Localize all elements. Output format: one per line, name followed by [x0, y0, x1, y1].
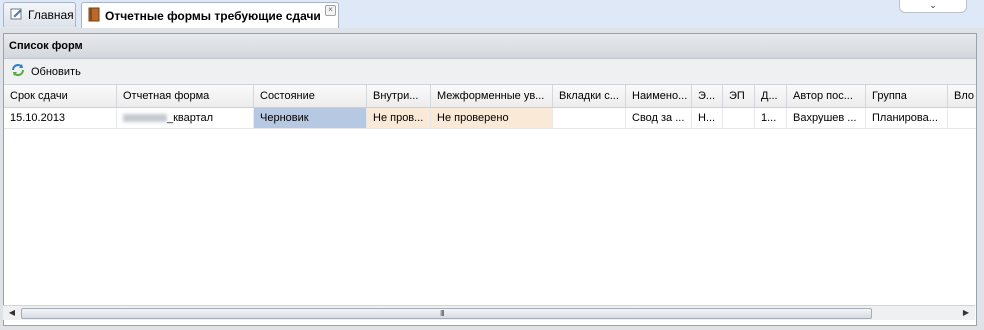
refresh-icon: [10, 63, 26, 80]
cell-ep: [723, 108, 755, 128]
col-tabs[interactable]: Вкладки с...: [553, 85, 626, 107]
horizontal-scrollbar[interactable]: ◀ III ▶: [3, 305, 975, 320]
chevron-down-button[interactable]: ⌄: [899, 0, 967, 13]
col-name[interactable]: Наимено...: [626, 85, 692, 107]
cell-name: Свод за ...: [626, 108, 692, 128]
cell-group: Планирова...: [866, 108, 948, 128]
cell-tabs: [553, 108, 626, 128]
col-e[interactable]: Э...: [692, 85, 723, 107]
toolbar: Обновить: [4, 59, 976, 85]
tab-home[interactable]: Главная: [3, 2, 76, 27]
book-icon: [88, 7, 100, 25]
close-icon[interactable]: ×: [325, 5, 336, 16]
panel-title: Список форм: [4, 34, 976, 59]
col-group[interactable]: Группа: [866, 85, 948, 107]
col-author[interactable]: Автор пос...: [787, 85, 866, 107]
col-state[interactable]: Состояние: [254, 85, 367, 107]
redacted-text: [123, 114, 167, 123]
tab-report-forms[interactable]: Отчетные формы требующие сдачи ×: [81, 2, 339, 28]
scroll-thumb[interactable]: III: [21, 308, 872, 319]
tab-home-label: Главная: [28, 8, 74, 22]
cell-d: 1...: [755, 108, 787, 128]
cell-interform: Не проверено: [431, 108, 553, 128]
cell-report-form: _квартал: [117, 108, 254, 128]
grid-header: Срок сдачи Отчетная форма Состояние Внут…: [4, 85, 976, 108]
col-interform[interactable]: Межформенные ув...: [431, 85, 553, 107]
col-deadline[interactable]: Срок сдачи: [4, 85, 117, 107]
col-ep[interactable]: ЭП: [723, 85, 755, 107]
cell-attachments: [948, 108, 976, 128]
forms-panel: Список форм Обновить Срок сдачи Отчетная…: [3, 33, 977, 326]
col-d[interactable]: Д...: [755, 85, 787, 107]
scroll-left-icon[interactable]: ◀: [5, 306, 19, 320]
edit-icon: [10, 7, 23, 23]
cell-internal: Не пров...: [367, 108, 431, 128]
cell-report-form-text: _квартал: [167, 112, 214, 124]
tab-report-forms-label: Отчетные формы требующие сдачи: [105, 8, 321, 23]
scroll-right-icon[interactable]: ▶: [959, 306, 973, 320]
cell-deadline: 15.10.2013: [4, 108, 117, 128]
table-row[interactable]: 15.10.2013 _квартал Черновик Не пров... …: [4, 108, 976, 129]
cell-state: Черновик: [254, 108, 367, 128]
col-report-form[interactable]: Отчетная форма: [117, 85, 254, 107]
cell-author: Вахрушев ...: [787, 108, 866, 128]
tab-bar: Главная Отчетные формы требующие сдачи ×…: [0, 0, 984, 28]
col-internal[interactable]: Внутри...: [367, 85, 431, 107]
cell-e: Н...: [692, 108, 723, 128]
refresh-button[interactable]: Обновить: [10, 63, 81, 80]
col-attachments[interactable]: Вло: [948, 85, 976, 107]
scroll-grip: III: [440, 309, 445, 318]
refresh-label: Обновить: [31, 65, 81, 78]
